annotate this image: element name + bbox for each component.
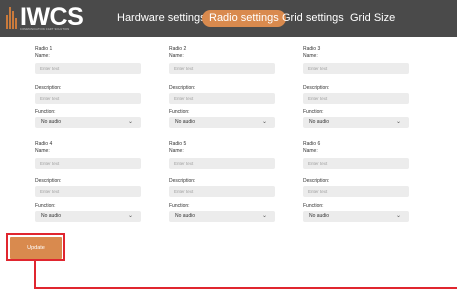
chevron-down-icon: ⌄ bbox=[127, 119, 133, 125]
radio-title: Radio 3 bbox=[303, 46, 321, 52]
radio-5-description-input[interactable] bbox=[169, 186, 275, 197]
logo-text: IWCS bbox=[20, 3, 84, 31]
function-label: Function: bbox=[303, 109, 324, 115]
name-label: Name: bbox=[303, 53, 318, 59]
nav-grid-settings[interactable]: Grid settings bbox=[282, 10, 344, 27]
radio-6-description-input[interactable] bbox=[303, 186, 409, 197]
radio-5-function-select[interactable]: No audio ⌄ bbox=[169, 211, 275, 222]
radio-5-name-input[interactable] bbox=[169, 158, 275, 169]
highlight-box bbox=[6, 233, 65, 261]
radio-4-function-select[interactable]: No audio ⌄ bbox=[35, 211, 141, 222]
radio-4-name-input[interactable] bbox=[35, 158, 141, 169]
iwcs-logo[interactable]: IWCS COMMUNICATION CART SOLUTION bbox=[6, 3, 88, 33]
radio-6-function-select[interactable]: No audio ⌄ bbox=[303, 211, 409, 222]
name-label: Name: bbox=[35, 53, 50, 59]
chevron-down-icon: ⌄ bbox=[261, 213, 267, 219]
description-label: Description: bbox=[35, 85, 62, 91]
radio-2-name-input[interactable] bbox=[169, 63, 275, 74]
chevron-down-icon: ⌄ bbox=[395, 119, 401, 125]
function-value: No audio bbox=[41, 213, 62, 219]
chevron-down-icon: ⌄ bbox=[127, 213, 133, 219]
function-label: Function: bbox=[35, 109, 56, 115]
description-label: Description: bbox=[303, 178, 330, 184]
radio-2-function-select[interactable]: No audio ⌄ bbox=[169, 117, 275, 128]
radio-title: Radio 5 bbox=[169, 141, 187, 147]
description-label: Description: bbox=[169, 178, 196, 184]
radio-2-description-input[interactable] bbox=[169, 93, 275, 104]
radio-title: Radio 4 bbox=[35, 141, 53, 147]
radio-3-description-input[interactable] bbox=[303, 93, 409, 104]
name-label: Name: bbox=[303, 148, 318, 154]
description-label: Description: bbox=[169, 85, 196, 91]
radio-1-name-input[interactable] bbox=[35, 63, 141, 74]
radio-4-description-input[interactable] bbox=[35, 186, 141, 197]
radio-title: Radio 2 bbox=[169, 46, 187, 52]
function-value: No audio bbox=[41, 119, 62, 125]
logo-subtitle: COMMUNICATION CART SOLUTION bbox=[20, 28, 70, 31]
function-label: Function: bbox=[303, 203, 324, 209]
chevron-down-icon: ⌄ bbox=[261, 119, 267, 125]
radio-title: Radio 1 bbox=[35, 46, 53, 52]
name-label: Name: bbox=[35, 148, 50, 154]
function-label: Function: bbox=[169, 203, 190, 209]
name-label: Name: bbox=[169, 148, 184, 154]
function-label: Function: bbox=[169, 109, 190, 115]
radio-3-name-input[interactable] bbox=[303, 63, 409, 74]
radio-3-function-select[interactable]: No audio ⌄ bbox=[303, 117, 409, 128]
function-value: No audio bbox=[309, 119, 330, 125]
function-value: No audio bbox=[309, 213, 330, 219]
radio-title: Radio 6 bbox=[303, 141, 321, 147]
logo-bars-icon bbox=[6, 7, 18, 29]
nav-hardware-settings[interactable]: Hardware settings bbox=[117, 10, 206, 27]
nav-grid-size[interactable]: Grid Size bbox=[350, 10, 395, 27]
description-label: Description: bbox=[303, 85, 330, 91]
function-value: No audio bbox=[175, 213, 196, 219]
name-label: Name: bbox=[169, 53, 184, 59]
function-value: No audio bbox=[175, 119, 196, 125]
top-nav-bar: IWCS COMMUNICATION CART SOLUTION Hardwar… bbox=[0, 0, 457, 37]
chevron-down-icon: ⌄ bbox=[395, 213, 401, 219]
function-label: Function: bbox=[35, 203, 56, 209]
radio-6-name-input[interactable] bbox=[303, 158, 409, 169]
radio-1-description-input[interactable] bbox=[35, 93, 141, 104]
radio-1-function-select[interactable]: No audio ⌄ bbox=[35, 117, 141, 128]
nav-radio-settings[interactable]: Radio settings bbox=[202, 10, 286, 27]
highlight-connector-vertical bbox=[34, 261, 36, 288]
description-label: Description: bbox=[35, 178, 62, 184]
